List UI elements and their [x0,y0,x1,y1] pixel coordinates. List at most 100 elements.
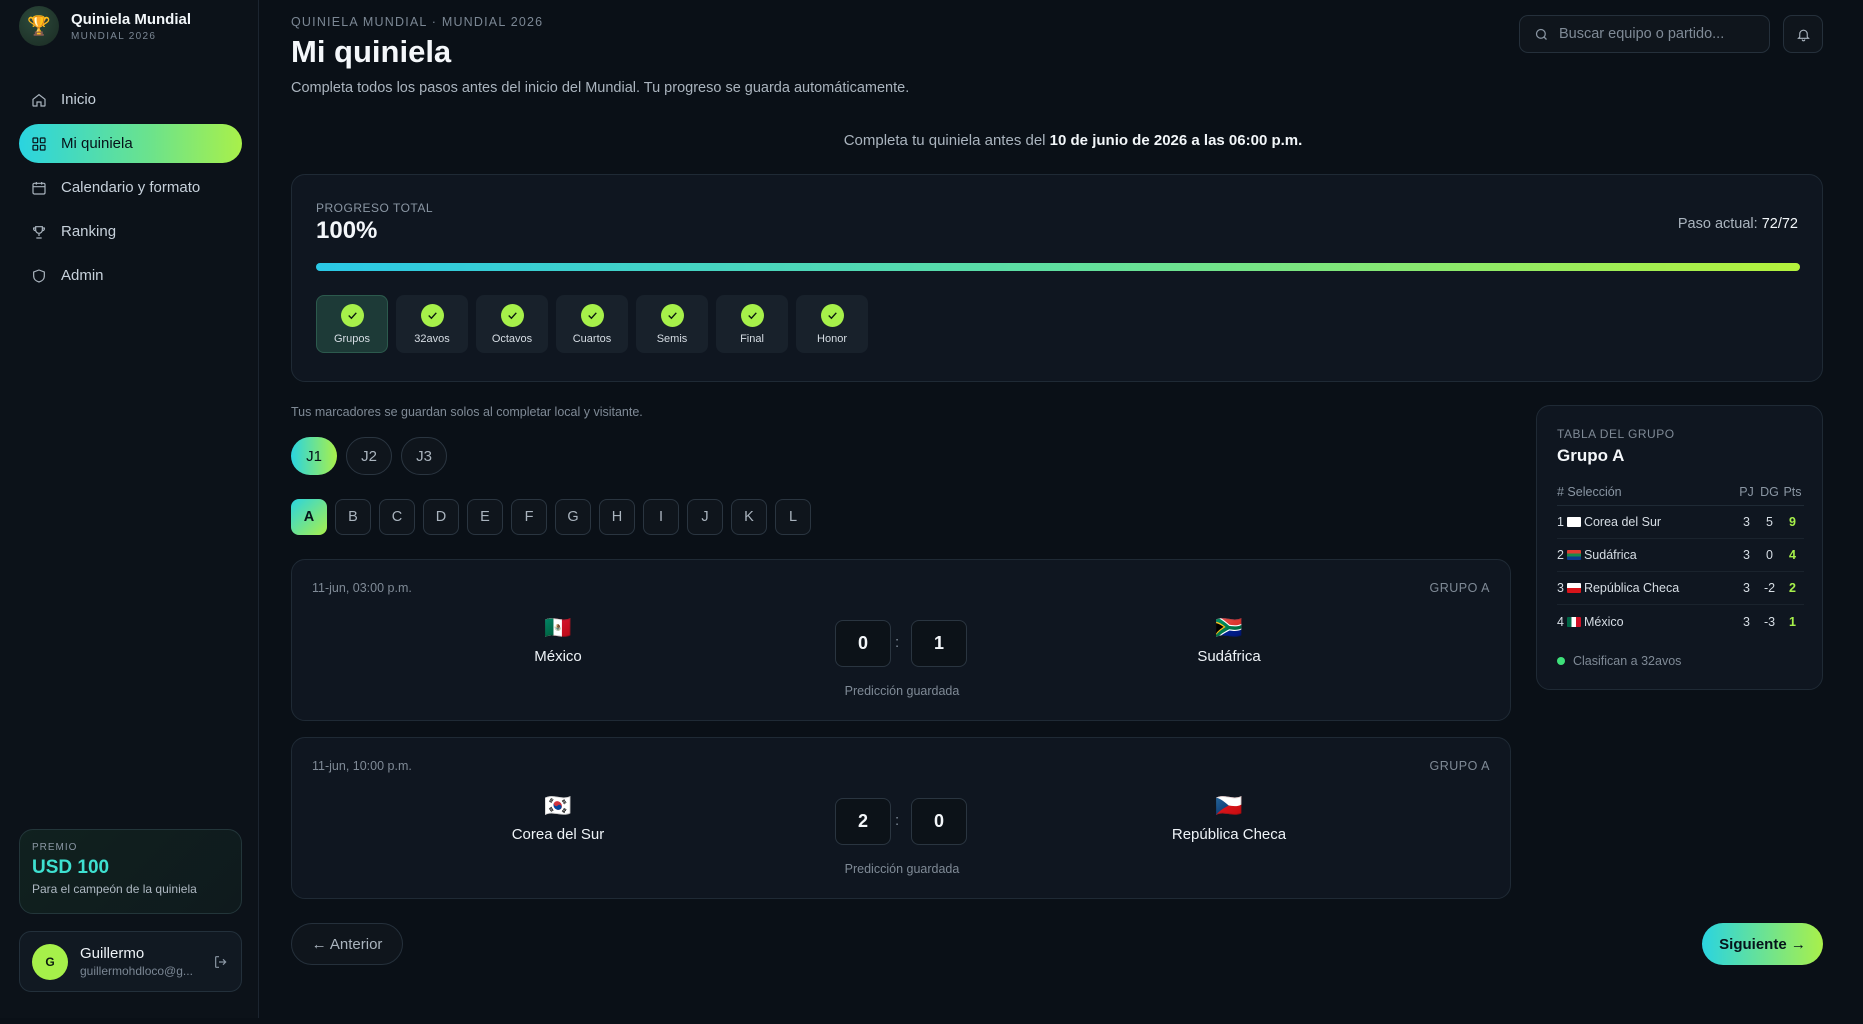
step-final[interactable]: Final [716,295,788,353]
logout-icon[interactable] [213,954,229,970]
group-tab-k[interactable]: K [731,499,767,535]
step-label: Cuartos [572,332,612,345]
sidebar-item-inicio[interactable]: Inicio [19,80,242,119]
current-step: Paso actual: 72/72 [1678,216,1798,232]
prize-amount: USD 100 [32,857,110,878]
home-icon [31,92,47,108]
check-icon [500,303,524,327]
group-tab-b[interactable]: B [335,499,371,535]
search-input[interactable] [1559,26,1759,42]
check-icon [740,303,764,327]
pj-cell: 3 [1743,515,1750,529]
sidebar-item-label: Ranking [61,223,117,240]
col-dg: DG [1760,484,1779,499]
progress-value: 100% [316,217,378,244]
step-honor[interactable]: Honor [796,295,868,353]
group-tab-h[interactable]: H [599,499,635,535]
main-content: QUINIELA MUNDIAL · MUNDIAL 2026 Mi quini… [259,0,1863,1024]
dg-cell: 0 [1766,548,1773,562]
group-tab-f[interactable]: F [511,499,547,535]
step-cuartos[interactable]: Cuartos [556,295,628,353]
away-score-input[interactable]: 1 [911,620,967,667]
legend-dot-icon [1557,657,1565,665]
away-team: 🇿🇦 Sudáfrica [1119,614,1339,665]
match-date: 11-jun, 03:00 p.m. [312,581,412,595]
next-button[interactable]: Siguiente → [1702,923,1823,965]
col-pj: PJ [1739,484,1754,499]
team-cell: 4 México [1557,615,1735,629]
col-team: # Selección [1557,484,1622,499]
group-tab-a[interactable]: A [291,499,327,535]
standings-table: # Selección PJ DG Pts 1 Corea del Sur 3 5… [1557,478,1804,638]
sidebar-item-ranking[interactable]: Ranking [19,212,242,251]
sidebar-item-mi-quiniela[interactable]: Mi quiniela [19,124,242,163]
sidebar-item-admin[interactable]: Admin [19,256,242,295]
group-tab-j[interactable]: J [687,499,723,535]
search-icon [1535,28,1547,40]
notifications-button[interactable] [1783,15,1823,53]
dg-cell: -2 [1763,581,1776,595]
table-row: 1 Corea del Sur 3 5 9 [1557,506,1804,539]
sidebar-item-calendario[interactable]: Calendario y formato [19,168,242,207]
group-tab-e[interactable]: E [467,499,503,535]
group-tabs: A B C D E F G H I J K L [291,499,819,535]
previous-button[interactable]: ← Anterior [291,923,403,965]
team-name: República Checa [1583,581,1680,595]
sidebar-item-label: Admin [61,267,104,284]
user-card: G Guillermo guillermohdloco@g... [19,931,242,992]
group-tab-c[interactable]: C [379,499,415,535]
step-semis[interactable]: Semis [636,295,708,353]
home-score-input[interactable]: 0 [835,620,891,667]
pts-cell: 9 [1789,515,1796,529]
group-table-label: TABLA DEL GRUPO [1557,427,1675,441]
prize-description: Para el campeón de la quiniela [32,882,197,896]
score-separator: : [895,812,900,829]
team-cell: 1 Corea del Sur [1557,515,1735,529]
czech-flag-icon: 🇨🇿 [1215,793,1243,818]
dg-cell: 5 [1766,515,1773,529]
pts-cell: 4 [1789,548,1796,562]
score-separator: : [895,634,900,651]
match-group: GRUPO A [1429,581,1490,595]
brand[interactable]: 🏆 Quiniela Mundial MUNDIAL 2026 [19,6,191,46]
away-team-name: República Checa [1171,826,1287,843]
away-team: 🇨🇿 República Checa [1119,792,1339,843]
pts-cell: 2 [1789,581,1796,595]
south-africa-flag-icon [1566,550,1581,560]
deadline-date: 10 de junio de 2026 a las 06:00 p.m. [1049,132,1303,149]
step-label: 32avos [414,332,450,345]
step-grupos[interactable]: Grupos [316,295,388,353]
away-score-input[interactable]: 0 [911,798,967,845]
sidebar: 🏆 Quiniela Mundial MUNDIAL 2026 Inicio M… [0,0,259,1018]
round-tabs: J1 J2 J3 [291,437,456,475]
sidebar-nav: Inicio Mi quiniela Calendario y formato … [19,80,242,300]
sidebar-item-label: Calendario y formato [61,179,201,196]
pj-cell: 3 [1743,581,1750,595]
pj-cell: 3 [1743,614,1750,629]
group-tab-d[interactable]: D [423,499,459,535]
group-tab-l[interactable]: L [775,499,811,535]
shield-icon [31,268,47,284]
autosave-note: Tus marcadores se guardan solos al compl… [291,405,643,419]
calendar-icon [31,180,47,196]
step-32avos[interactable]: 32avos [396,295,468,353]
group-tab-i[interactable]: I [643,499,679,535]
avatar[interactable]: G [32,943,68,980]
match-group: GRUPO A [1429,759,1490,773]
tab-j1[interactable]: J1 [291,437,337,475]
search-box[interactable] [1519,15,1770,53]
home-team-name: México [534,648,582,665]
step-octavos[interactable]: Octavos [476,295,548,353]
check-icon [340,303,364,327]
team-name: Corea del Sur [1583,515,1662,529]
user-email: guillermohdloco@g... [80,964,193,978]
legend-label: Clasifican a 32avos [1573,654,1682,668]
tab-j3[interactable]: J3 [401,437,447,475]
group-tab-g[interactable]: G [555,499,591,535]
check-icon [580,303,604,327]
home-score-input[interactable]: 2 [835,798,891,845]
match-card: 11-jun, 10:00 p.m. GRUPO A 🇰🇷 Corea del … [291,737,1511,899]
position: 2 [1557,548,1564,562]
tab-j2[interactable]: J2 [346,437,392,475]
bell-icon [1796,29,1810,41]
